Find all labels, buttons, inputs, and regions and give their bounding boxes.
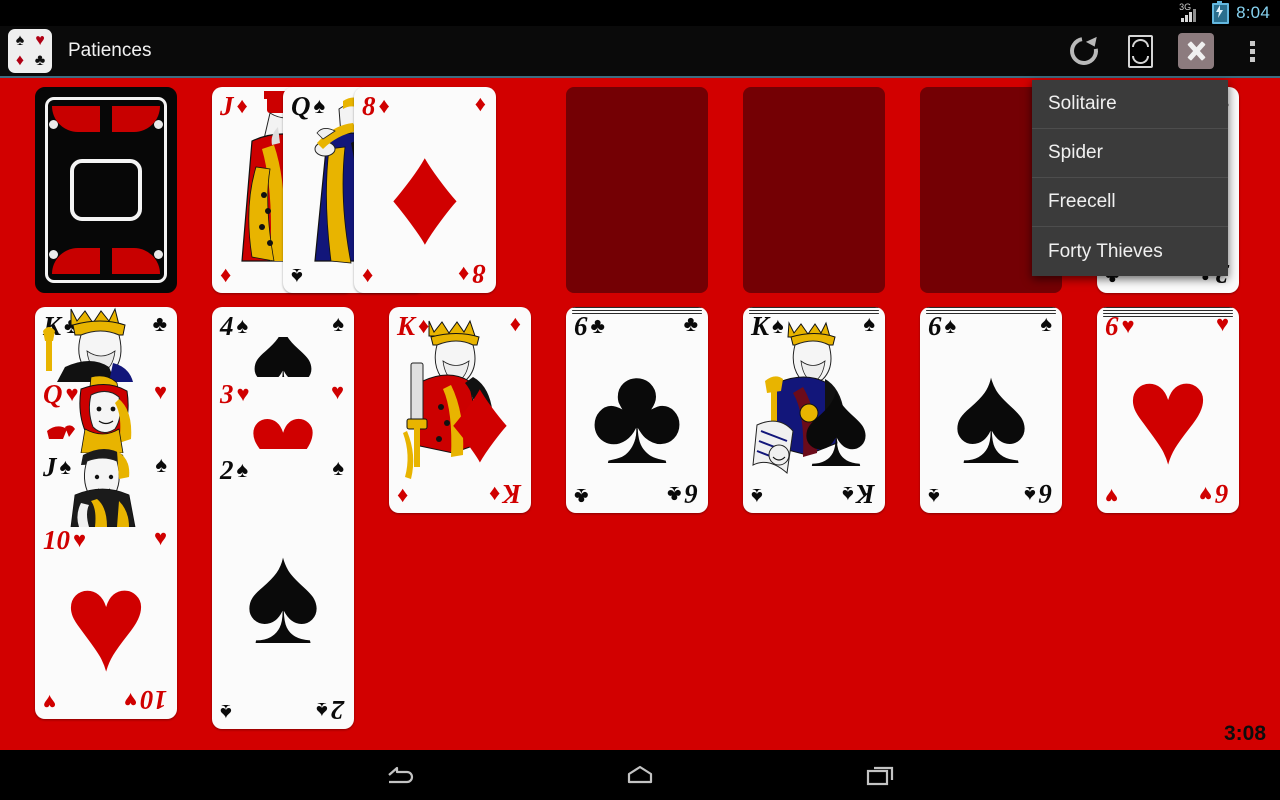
close-icon: [1183, 38, 1209, 64]
card-index-bottom-left: ♥: [1105, 484, 1119, 509]
card-center-pip: ♠: [802, 353, 870, 493]
screen: 3G 8:04 ♠ ♥ ♦ ♣ Patiences J ♦ ♦ Q ♠ ♠ 8 …: [0, 0, 1280, 800]
card-back-center: [70, 159, 142, 221]
action-bar: ♠ ♥ ♦ ♣ Patiences: [0, 26, 1280, 78]
card-index-top-right: ♥: [1215, 311, 1229, 336]
home-button[interactable]: [615, 757, 665, 793]
card-center-pip: ♣: [590, 335, 684, 494]
card-center-pip-partial-3-hearts: ♥: [212, 411, 354, 449]
tableau-column-1[interactable]: K ♣ ♣ Q ♥: [35, 307, 177, 719]
status-bar: 3G 8:04: [0, 0, 1280, 26]
overflow-menu-button[interactable]: [1224, 25, 1280, 77]
network-type-label: 3G: [1179, 2, 1192, 12]
foundation-slot-1[interactable]: [566, 87, 708, 293]
close-button[interactable]: [1168, 25, 1224, 77]
card-back-ornament-bottom: [49, 248, 163, 274]
card-center-pip: ♥: [1125, 335, 1211, 494]
card-index-top-right: ♠: [332, 311, 344, 336]
menu-item-solitaire[interactable]: Solitaire: [1032, 80, 1228, 129]
foundation-slot-2[interactable]: [743, 87, 885, 293]
card-center-pip: ♠: [245, 515, 321, 674]
battery-charging-icon: [1212, 0, 1230, 24]
restart-icon: [1064, 31, 1104, 71]
card-index-2-spades: 2 ♠: [220, 455, 249, 485]
tableau-top-card-k-spades[interactable]: K ♠ ♠ ♠ K ♠ ♠: [743, 307, 885, 513]
card-index-bottom-left: ♥: [43, 690, 57, 715]
restart-button[interactable]: [1056, 25, 1112, 77]
close-icon-bg: [1178, 33, 1214, 69]
tableau-column-2[interactable]: 4 ♠ ♠ ♠ 3 ♥ ♥ ♥ 2 ♠: [212, 307, 354, 729]
recents-icon: [866, 766, 894, 786]
menu-item-spider[interactable]: Spider: [1032, 129, 1228, 178]
card-index-bottom-left: ♠: [220, 700, 232, 725]
back-icon: [388, 766, 414, 784]
card-index-bottom-right: 2 ♠: [315, 695, 344, 725]
deck-button[interactable]: [1112, 25, 1168, 77]
card-index-2-spades-right: ♠: [332, 455, 344, 480]
tableau-column-5[interactable]: K ♠ ♠ ♠ K ♠ ♠: [743, 307, 885, 513]
recents-button[interactable]: [855, 757, 905, 793]
app-title: Patiences: [68, 40, 152, 61]
card-center-pip: ♦: [388, 115, 462, 274]
card-index-bottom-right: 8 ♦: [458, 259, 486, 289]
card-index-top-right: ♣: [683, 311, 698, 336]
tableau-column-3[interactable]: K ♦ ♦ ♦ K ♦ ♦: [389, 307, 531, 513]
card-back-ornament-top: [49, 106, 163, 132]
card-center-pip: ♦: [449, 353, 511, 487]
navigation-bar: [0, 750, 1280, 800]
card-index-bottom-left: ♠: [928, 484, 940, 509]
tableau-top-card-6-spades[interactable]: 6 ♠ ♠ ♠ 6 ♠ ♠: [920, 307, 1062, 513]
card-index-top-left: 8 ♦: [362, 91, 390, 121]
menu-item-forty-thieves[interactable]: Forty Thieves: [1032, 227, 1228, 276]
card-index-top-right: ♠: [1040, 311, 1052, 336]
card-index-top-right: ♦: [474, 91, 486, 116]
overflow-menu-icon: [1249, 40, 1255, 62]
card-index-10-hearts-right: ♥: [153, 525, 167, 550]
menu-item-freecell[interactable]: Freecell: [1032, 178, 1228, 227]
card-back-icon: [1127, 34, 1153, 68]
card-index-bottom-left: ♣: [574, 484, 589, 509]
game-timer: 3:08: [1223, 722, 1266, 745]
tableau-column-7[interactable]: 6 ♥ ♥ ♥ 6 ♥ ♥: [1097, 307, 1239, 513]
tableau-top-card-6-hearts[interactable]: 6 ♥ ♥ ♥ 6 ♥ ♥: [1097, 307, 1239, 513]
tableau-column-4[interactable]: 6 ♣ ♣ ♣ 6 ♣ ♣: [566, 307, 708, 513]
card-index-bottom-left: ♦: [362, 264, 374, 289]
diamond-icon: ♦: [15, 52, 25, 69]
status-bar-right: 3G 8:04: [1179, 0, 1270, 24]
waste-card-8-diamonds[interactable]: 8 ♦ ♦ ♦ 8 ♦ ♦: [354, 87, 496, 293]
club-icon: ♣: [34, 52, 46, 69]
signal-icon: 3G: [1179, 2, 1205, 22]
home-icon: [627, 765, 653, 784]
card-index-3-hearts-right: ♥: [330, 379, 344, 404]
card-index-top-left: 6 ♠: [928, 311, 957, 341]
card-center-pip: ♠: [953, 335, 1029, 494]
stock-pile[interactable]: [35, 87, 177, 293]
tableau-column-6[interactable]: 6 ♠ ♠ ♠ 6 ♠ ♠: [920, 307, 1062, 513]
game-select-menu: Solitaire Spider Freecell Forty Thieves: [1032, 80, 1228, 276]
tableau-top-card-6-clubs[interactable]: 6 ♣ ♣ ♣ 6 ♣ ♣: [566, 307, 708, 513]
status-bar-clock: 8:04: [1236, 3, 1270, 22]
card-center-pip: ♥: [63, 542, 149, 701]
spade-icon: ♠: [15, 32, 25, 49]
heart-icon: ♥: [35, 32, 45, 49]
card-center-pip-partial-4-spades: ♠: [212, 337, 354, 377]
app-icon: ♠ ♥ ♦ ♣: [8, 29, 52, 73]
card-index-3-hearts: 3 ♥: [220, 379, 250, 409]
back-button[interactable]: [375, 757, 425, 793]
